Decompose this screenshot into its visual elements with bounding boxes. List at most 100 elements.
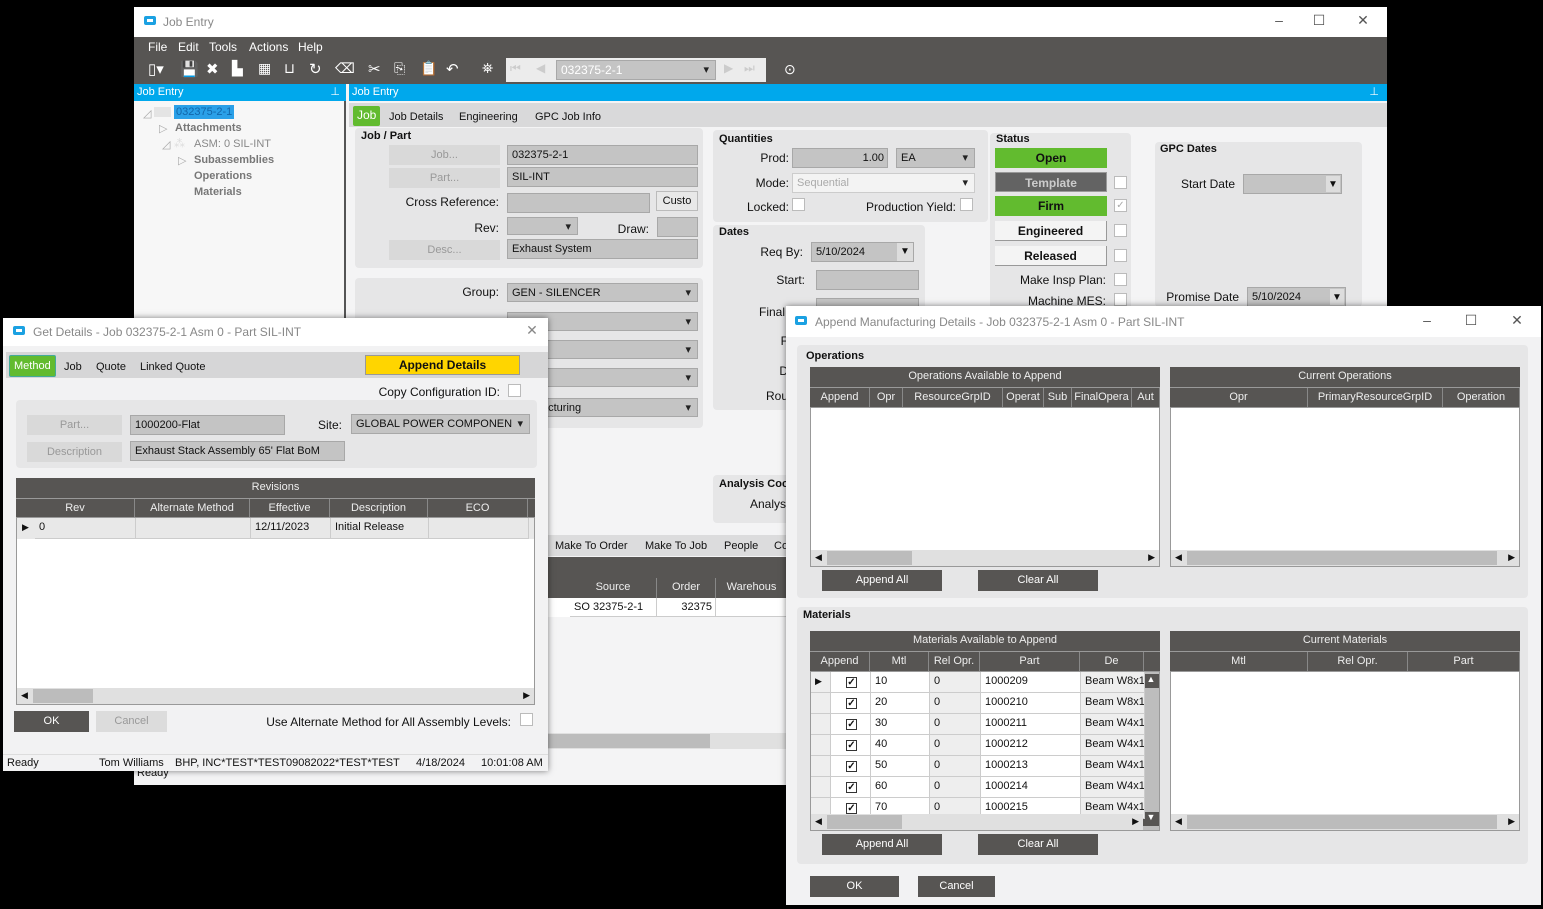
template-checkbox[interactable] — [1114, 176, 1127, 189]
ok-button[interactable]: OK — [810, 876, 899, 897]
calendar-dropdown-icon[interactable]: ▼ — [897, 243, 913, 261]
material-row[interactable]: ✓ 20 0 1000210 Beam W8x1 — [811, 693, 1145, 714]
column-header[interactable]: Sub — [1044, 388, 1072, 407]
part-button[interactable]: Part... — [389, 168, 500, 188]
locked-checkbox[interactable] — [792, 198, 805, 211]
released-button[interactable]: Released — [995, 246, 1107, 266]
append-cell[interactable]: ✓ — [831, 735, 871, 756]
column-header[interactable]: Rel Opr. — [929, 652, 980, 671]
gpc-start-field[interactable]: ▼ — [1243, 174, 1342, 194]
column-header[interactable]: Part — [980, 652, 1080, 671]
next-icon[interactable]: ▶ — [724, 61, 733, 75]
append-checkbox[interactable]: ✓ — [846, 719, 857, 730]
mode-dropdown[interactable]: Sequential — [792, 173, 975, 193]
close-button[interactable]: ✕ — [1507, 312, 1527, 329]
undo-icon[interactable]: ↶ — [446, 60, 459, 78]
yield-checkbox[interactable] — [960, 198, 973, 211]
column-header[interactable]: Part — [1408, 652, 1520, 671]
description-button[interactable]: Description — [27, 442, 122, 462]
ops-clear-all-button[interactable]: Clear All — [978, 570, 1098, 591]
prev-icon[interactable]: ◀ — [536, 61, 545, 75]
mtl-current-hscrollbar[interactable]: ◀ ▶ — [1171, 814, 1519, 830]
row-selector[interactable]: ▶ — [811, 672, 831, 693]
tree-asm[interactable]: ASM: 0 SIL-INT — [194, 138, 271, 150]
col-warehouse[interactable]: Warehous — [716, 578, 788, 598]
site-dropdown[interactable]: GLOBAL POWER COMPONEN — [351, 414, 530, 434]
col-order[interactable]: Order — [657, 578, 716, 598]
tab-make-to-order[interactable]: Make To Order — [555, 537, 628, 555]
column-header[interactable]: Append — [810, 652, 870, 671]
row-selector[interactable] — [811, 714, 831, 735]
append-cell[interactable]: ✓ — [831, 777, 871, 798]
mtl-clear-all-button[interactable]: Clear All — [978, 834, 1098, 855]
engineered-checkbox[interactable] — [1114, 224, 1127, 237]
col-description[interactable]: Description — [330, 499, 428, 517]
append-checkbox[interactable]: ✓ — [846, 782, 857, 793]
mes-checkbox[interactable] — [1114, 293, 1127, 306]
tab-make-to-job[interactable]: Make To Job — [645, 537, 707, 555]
material-row[interactable]: ✓ 60 0 1000214 Beam W4x1 — [811, 777, 1145, 798]
tab-quote[interactable]: Quote — [96, 358, 126, 376]
menu-tools[interactable]: Tools — [209, 40, 237, 54]
firm-button[interactable]: Firm — [995, 196, 1107, 216]
column-header[interactable]: Append — [810, 388, 870, 407]
column-header[interactable]: Rel Opr. — [1308, 652, 1408, 671]
scroll-up-icon[interactable]: ▲ — [1143, 674, 1159, 688]
column-header[interactable]: Opr — [1170, 388, 1308, 407]
append-checkbox[interactable]: ✓ — [846, 740, 857, 751]
column-header[interactable]: Operat — [1003, 388, 1044, 407]
refresh-icon[interactable]: ↻ — [309, 60, 322, 78]
column-header[interactable]: Operation — [1443, 388, 1520, 407]
released-checkbox[interactable] — [1114, 249, 1127, 262]
column-header[interactable]: Mtl — [1170, 652, 1308, 671]
search-icon[interactable]: ⛯ — [482, 60, 493, 77]
prod-field[interactable]: 1.00 — [792, 148, 888, 168]
column-header[interactable]: Opr — [870, 388, 903, 407]
row-selector[interactable] — [811, 735, 831, 756]
ops-current-hscrollbar[interactable]: ◀ ▶ — [1171, 550, 1519, 566]
tree-root[interactable]: 032375-2-1 — [174, 105, 235, 119]
row-selector[interactable] — [811, 693, 831, 714]
uom-dropdown[interactable]: EA — [896, 148, 975, 168]
part-field[interactable]: 1000200-Flat — [130, 415, 285, 435]
material-row[interactable]: ✓ 50 0 1000213 Beam W4x1 — [811, 756, 1145, 777]
job-button[interactable]: Job... — [389, 145, 500, 165]
copy-config-checkbox[interactable] — [508, 384, 521, 397]
calendar-dropdown-icon[interactable]: ▼ — [1330, 289, 1344, 305]
scroll-down-icon[interactable]: ▼ — [1143, 812, 1159, 826]
last-icon[interactable]: ⏭ — [744, 61, 755, 76]
print-icon[interactable]: ▙ — [232, 60, 243, 77]
column-header[interactable]: De — [1080, 652, 1144, 671]
mtl-hscrollbar[interactable]: ◀ ▶ — [811, 814, 1143, 830]
grid-row[interactable]: SO 32375-2-1 32375 — [548, 598, 788, 617]
tab-engineering[interactable]: Engineering — [459, 108, 518, 126]
new-icon[interactable]: ▯▾ — [148, 60, 164, 78]
pin-icon[interactable]: ⊥ — [1369, 84, 1379, 101]
draw-field[interactable] — [657, 217, 698, 237]
tree-attachments[interactable]: Attachments — [175, 122, 242, 134]
clear-icon[interactable]: ⌫ — [335, 60, 355, 77]
delete-icon[interactable]: ✖ — [206, 60, 219, 78]
append-checkbox[interactable]: ✓ — [846, 761, 857, 772]
custo-button[interactable]: Custo — [656, 191, 698, 211]
material-row[interactable]: ✓ 30 0 1000211 Beam W4x1 — [811, 714, 1145, 735]
cross-ref-field[interactable] — [507, 193, 650, 213]
part-field[interactable]: SIL-INT — [507, 167, 698, 187]
grid-icon[interactable]: ▦ — [258, 60, 271, 77]
part-button[interactable]: Part... — [27, 415, 122, 435]
col-alternate-method[interactable]: Alternate Method — [135, 499, 250, 517]
tab-job[interactable]: Job — [64, 358, 82, 376]
tree-operations[interactable]: Operations — [194, 170, 252, 182]
maximize-button[interactable]: ☐ — [1309, 12, 1329, 29]
cut-icon[interactable]: ✂ — [368, 60, 381, 78]
pin-icon[interactable]: ⊥ — [330, 84, 340, 101]
rev-dropdown[interactable] — [507, 217, 578, 235]
save-icon[interactable]: 💾 — [180, 60, 199, 78]
tab-linked-quote[interactable]: Linked Quote — [140, 358, 205, 376]
job-combo[interactable]: 032375-2-1 — [556, 60, 716, 80]
append-checkbox[interactable]: ✓ — [846, 677, 857, 688]
insp-checkbox[interactable] — [1114, 273, 1127, 286]
col-effective[interactable]: Effective — [250, 499, 330, 517]
tree-subassemblies[interactable]: Subassemblies — [194, 154, 274, 166]
alt-method-checkbox[interactable] — [520, 713, 533, 726]
